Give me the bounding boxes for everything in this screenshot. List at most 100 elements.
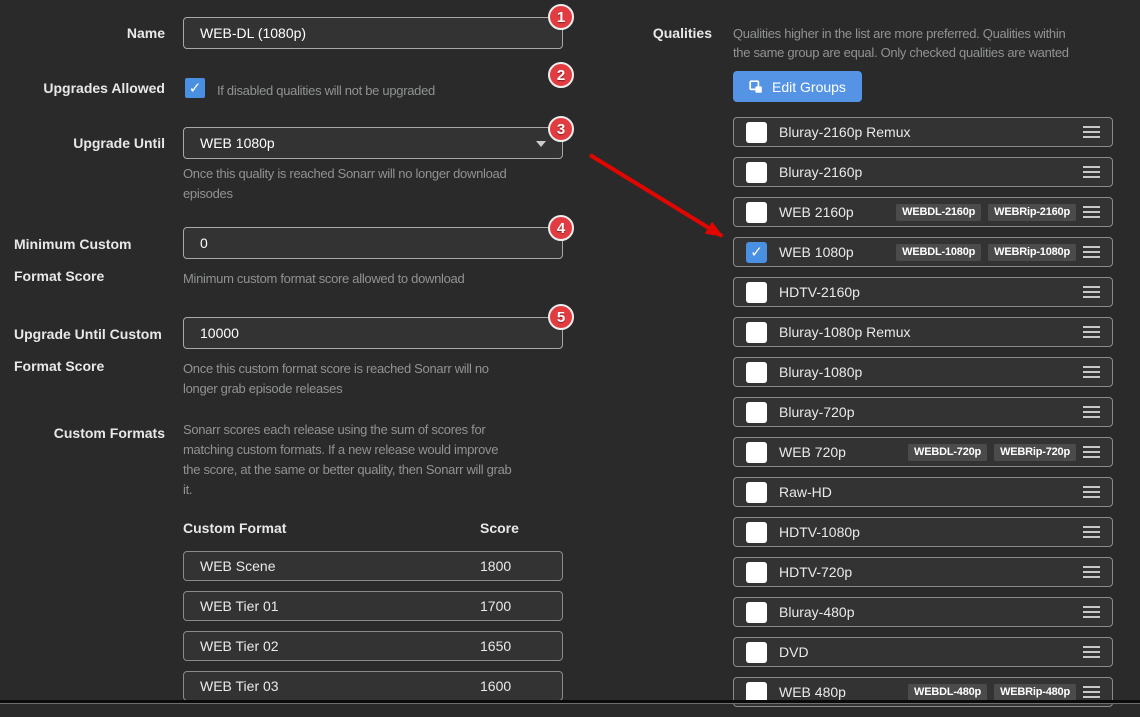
quality-name: DVD: [779, 644, 809, 660]
quality-name: WEB 2160p: [779, 204, 854, 220]
drag-handle-icon[interactable]: [1083, 166, 1100, 178]
quality-checkbox[interactable]: ✓: [746, 522, 767, 543]
drag-handle-icon[interactable]: [1083, 486, 1100, 498]
quality-checkbox[interactable]: ✓: [746, 562, 767, 583]
custom-format-row: WEB Scene 1800: [183, 551, 563, 581]
quality-row: ✓ WEB 2160p WEBDL-2160p WEBRip-2160p: [733, 197, 1113, 227]
quality-tag: WEBRip-720p: [994, 444, 1076, 461]
drag-handle-icon[interactable]: [1083, 526, 1100, 538]
quality-name: Bluray-480p: [779, 604, 855, 620]
upgrades-allowed-label: Upgrades Allowed: [0, 80, 165, 96]
quality-checkbox[interactable]: ✓: [746, 282, 767, 303]
custom-format-row: WEB Tier 01 1700: [183, 591, 563, 621]
drag-handle-icon[interactable]: [1083, 246, 1100, 258]
quality-name: Raw-HD: [779, 484, 832, 500]
upgrade-until-cfs-input[interactable]: 10000: [183, 317, 563, 349]
drag-handle-icon[interactable]: [1083, 366, 1100, 378]
drag-handle-icon[interactable]: [1083, 286, 1100, 298]
custom-format-name: WEB Tier 01: [200, 592, 279, 620]
quality-checkbox[interactable]: ✓: [746, 642, 767, 663]
name-input[interactable]: WEB-DL (1080p): [183, 17, 563, 49]
quality-name: Bluray-720p: [779, 404, 855, 420]
edit-groups-label: Edit Groups: [772, 79, 846, 95]
quality-name: Bluray-1080p: [779, 364, 862, 380]
upgrade-until-value: WEB 1080p: [200, 135, 275, 151]
upgrade-until-cfs-help: Once this custom format score is reached…: [183, 359, 489, 399]
quality-name: HDTV-720p: [779, 564, 852, 580]
quality-name: WEB 1080p: [779, 244, 854, 260]
upgrades-allowed-checkbox[interactable]: ✓: [185, 78, 205, 98]
drag-handle-icon[interactable]: [1083, 326, 1100, 338]
quality-tag: WEBDL-1080p: [896, 244, 981, 261]
upgrade-until-cfs-label: Upgrade Until Custom Format Score: [14, 318, 189, 382]
upgrade-until-help: Once this quality is reached Sonarr will…: [183, 164, 506, 204]
quality-tags: WEBDL-1080p WEBRip-1080p: [896, 244, 1083, 261]
quality-tag: WEBRip-2160p: [988, 204, 1076, 221]
quality-tag: WEBRip-480p: [994, 684, 1076, 701]
quality-name: WEB 720p: [779, 444, 846, 460]
quality-checkbox[interactable]: ✓: [746, 482, 767, 503]
quality-row: ✓ DVD: [733, 637, 1113, 667]
custom-format-name: WEB Tier 02: [200, 632, 279, 660]
quality-checkbox[interactable]: ✓: [746, 122, 767, 143]
quality-name: HDTV-2160p: [779, 284, 860, 300]
custom-format-row: WEB Tier 02 1650: [183, 631, 563, 661]
quality-checkbox[interactable]: ✓: [746, 602, 767, 623]
quality-checkbox[interactable]: ✓: [746, 322, 767, 343]
qualities-help: Qualities higher in the list are more pr…: [733, 24, 1069, 62]
min-custom-format-score-input[interactable]: 0: [183, 227, 563, 259]
quality-name: Bluray-2160p: [779, 164, 862, 180]
quality-row: ✓ Bluray-720p: [733, 397, 1113, 427]
quality-tag: WEBRip-1080p: [988, 244, 1076, 261]
score-column-header: Score: [480, 520, 519, 536]
custom-format-name: WEB Scene: [200, 552, 275, 580]
quality-tags: WEBDL-2160p WEBRip-2160p: [896, 204, 1083, 221]
upgrade-until-label: Upgrade Until: [0, 135, 165, 151]
quality-tag: WEBDL-480p: [908, 684, 987, 701]
quality-tag: WEBDL-2160p: [896, 204, 981, 221]
drag-handle-icon[interactable]: [1083, 646, 1100, 658]
quality-row: ✓ HDTV-2160p: [733, 277, 1113, 307]
quality-row: ✓ Raw-HD: [733, 477, 1113, 507]
quality-name: HDTV-1080p: [779, 524, 860, 540]
drag-handle-icon[interactable]: [1083, 686, 1100, 698]
drag-handle-icon[interactable]: [1083, 126, 1100, 138]
quality-checkbox[interactable]: ✓: [746, 362, 767, 383]
custom-format-table: WEB Scene 1800 WEB Tier 01 1700 WEB Tier…: [183, 551, 563, 711]
qualities-label: Qualities: [547, 25, 712, 41]
check-icon: ✓: [189, 81, 202, 96]
quality-checkbox[interactable]: ✓: [746, 242, 767, 263]
quality-name: WEB 480p: [779, 684, 846, 700]
quality-row: ✓ WEB 720p WEBDL-720pWEBRip-720p: [733, 437, 1113, 467]
quality-row: ✓ Bluray-480p: [733, 597, 1113, 627]
quality-name: Bluray-1080p Remux: [779, 324, 911, 340]
quality-row: ✓ Bluray-2160p: [733, 157, 1113, 187]
custom-format-score: 1650: [480, 632, 511, 660]
custom-format-name: WEB Tier 03: [200, 672, 279, 700]
drag-handle-icon[interactable]: [1083, 446, 1100, 458]
drag-handle-icon[interactable]: [1083, 406, 1100, 418]
annotation-circle-3: 3: [548, 116, 574, 142]
quality-checkbox[interactable]: ✓: [746, 442, 767, 463]
drag-handle-icon[interactable]: [1083, 566, 1100, 578]
quality-name: Bluray-2160p Remux: [779, 124, 911, 140]
annotation-circle-4: 4: [548, 215, 574, 241]
edit-groups-button[interactable]: Edit Groups: [733, 71, 862, 102]
quality-row: ✓ HDTV-1080p: [733, 517, 1113, 547]
quality-checkbox[interactable]: ✓: [746, 162, 767, 183]
quality-row: ✓ Bluray-1080p: [733, 357, 1113, 387]
name-label: Name: [0, 25, 165, 41]
quality-tags: WEBDL-480p WEBRip-480p: [908, 684, 1083, 701]
quality-checkbox[interactable]: ✓: [746, 402, 767, 423]
drag-handle-icon[interactable]: [1083, 606, 1100, 618]
custom-format-column-header: Custom Format: [183, 520, 286, 536]
drag-handle-icon[interactable]: [1083, 206, 1100, 218]
dropdown-caret-icon: [536, 141, 546, 147]
custom-formats-label: Custom Formats: [0, 425, 165, 441]
upgrade-until-select[interactable]: WEB 1080p: [183, 127, 563, 159]
upgrades-allowed-help: If disabled qualities will not be upgrad…: [217, 81, 435, 101]
quality-checkbox[interactable]: ✓: [746, 202, 767, 223]
quality-tags: WEBDL-720pWEBRip-720p: [908, 444, 1083, 461]
custom-format-score: 1600: [480, 672, 511, 700]
custom-format-row: WEB Tier 03 1600: [183, 671, 563, 701]
